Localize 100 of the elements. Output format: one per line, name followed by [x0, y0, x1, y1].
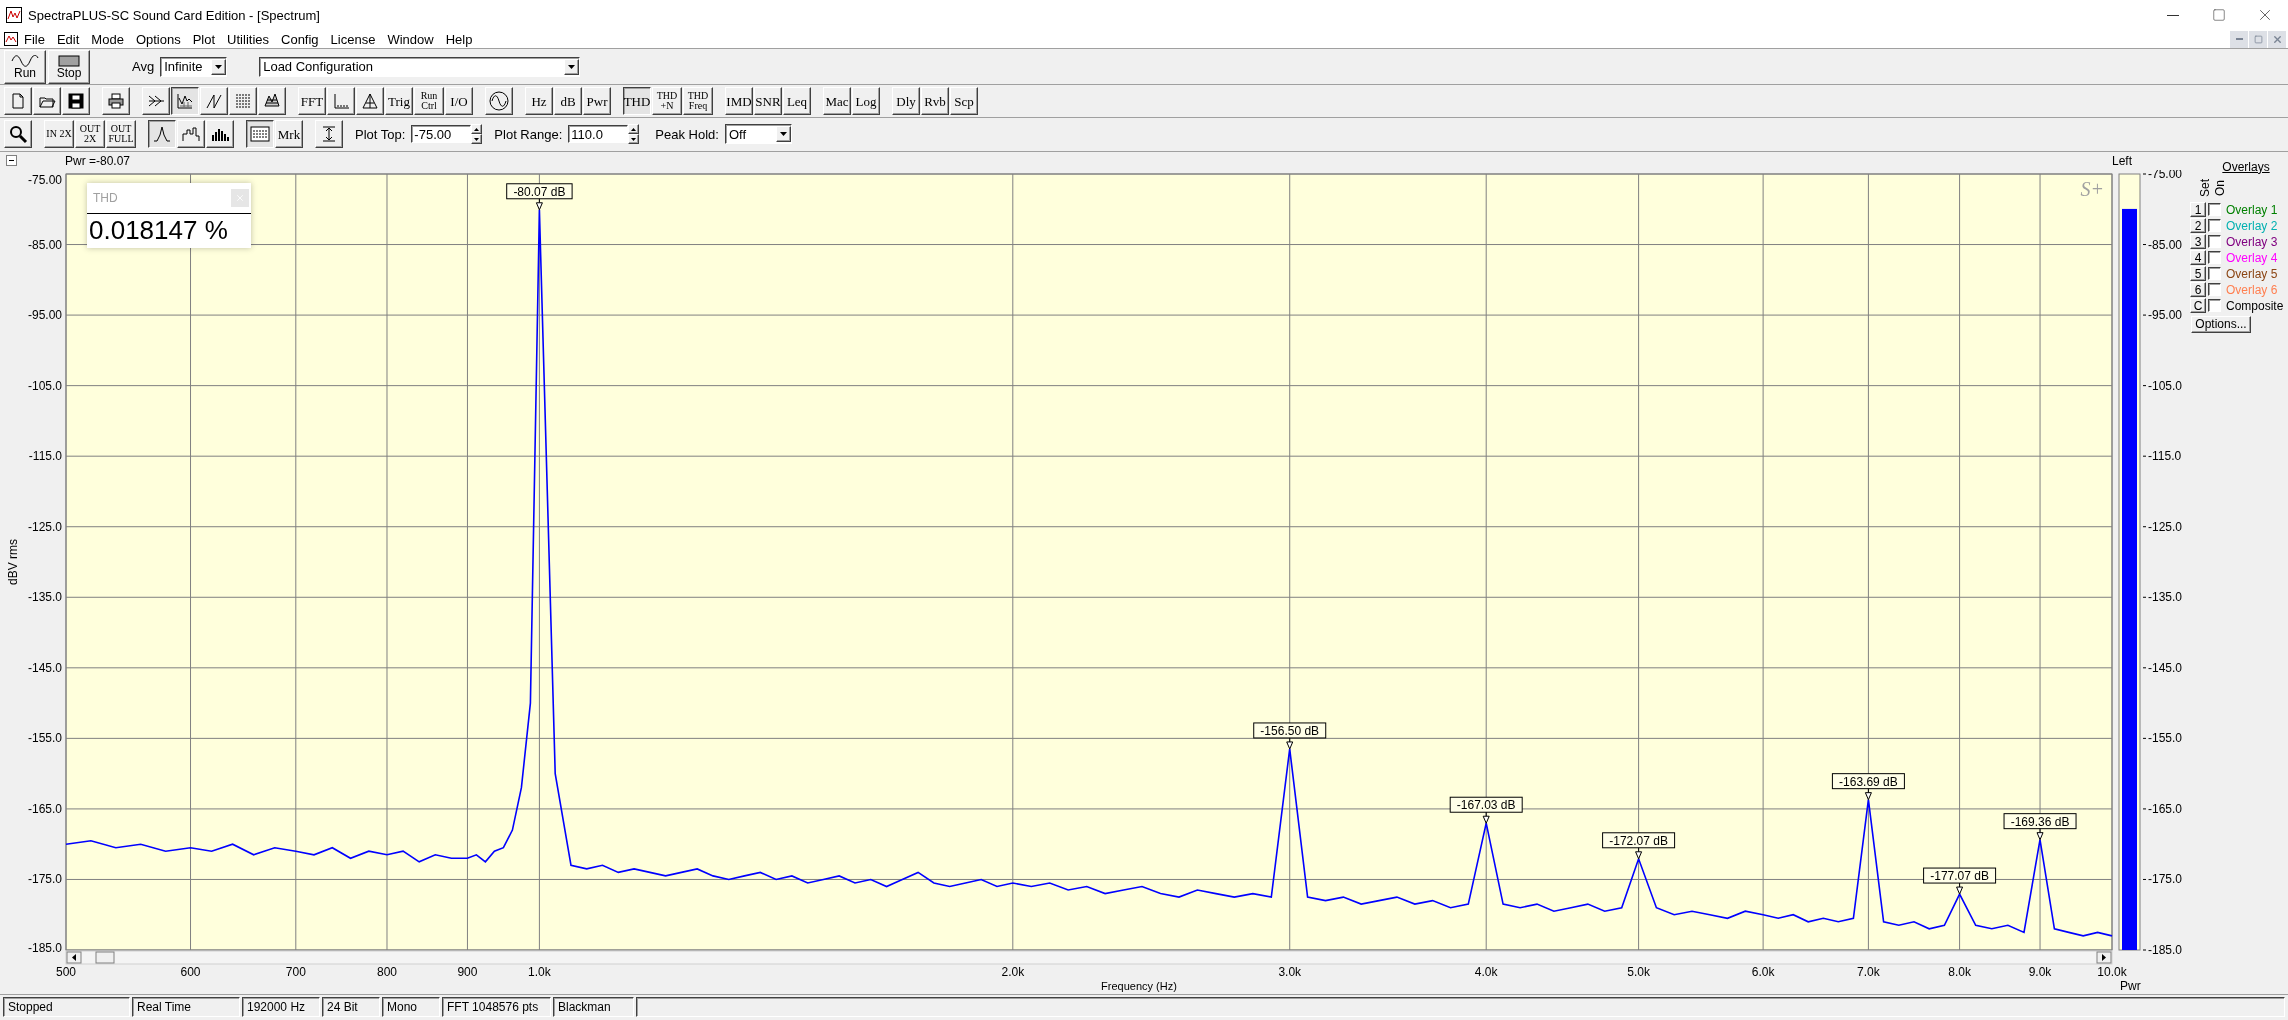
printer-icon [107, 92, 125, 111]
menu-item[interactable]: Utilities [221, 30, 275, 48]
menu-item[interactable]: Edit [50, 30, 86, 48]
toolbar-button[interactable]: Run Ctrl [414, 87, 444, 116]
x-tick-label: 10.0k [2097, 964, 2127, 979]
x-tick-label: 3.0k [1278, 964, 1302, 979]
zoom-button[interactable]: IN 2X [44, 120, 74, 149]
close-icon [2271, 33, 2283, 45]
spin-down-button[interactable] [471, 134, 483, 145]
toolbar-button[interactable]: FFT [298, 87, 326, 116]
toolbar-button[interactable]: Dly [892, 87, 920, 116]
toolbar-button[interactable]: IMD [725, 87, 753, 116]
spin-up-button[interactable] [471, 124, 483, 135]
zoom-button[interactable]: OUT FULL [106, 120, 136, 149]
menu-item[interactable]: Mode [85, 30, 130, 48]
spin-field[interactable]: -75.00 [411, 125, 472, 144]
overlay-checkbox[interactable] [2208, 299, 2221, 313]
peak-hold-label: Peak Hold: [655, 127, 719, 142]
avg-select[interactable]: Infinite [160, 56, 228, 77]
overlay-checkbox[interactable] [2208, 283, 2221, 297]
zoom-button[interactable]: OUT 2X [75, 120, 105, 149]
x-tick-label: 7.0k [1857, 964, 1880, 979]
y-axis-title: dBV rms [6, 538, 20, 585]
down-arrow-icon [474, 138, 480, 141]
set-button[interactable]: 4 [2190, 250, 2206, 266]
toolbar-button[interactable]: I/O [445, 87, 473, 116]
collapse-icon[interactable] [6, 155, 17, 167]
overlay-checkbox[interactable] [2208, 203, 2221, 217]
triangle-icon [361, 92, 379, 111]
peak-hold-select[interactable]: Off [724, 124, 792, 145]
window-title: SpectraPLUS-SC Sound Card Edition - [Spectrum] [28, 7, 320, 23]
overlay-label: Composite [2226, 298, 2284, 313]
toolbar-button[interactable]: Rvb [921, 87, 949, 116]
peak-label: -80.07 dB [506, 182, 573, 210]
overlay-label: Overlay 3 [2226, 234, 2278, 249]
menu-item[interactable]: License [324, 30, 382, 48]
close-button[interactable] [2268, 30, 2286, 48]
spin-up-button[interactable] [628, 124, 640, 135]
toolbar-button[interactable]: THD +N [652, 87, 682, 116]
thd-title: THD [93, 190, 118, 205]
file-icon [9, 92, 27, 111]
toolbar-button[interactable]: Log [852, 87, 880, 116]
x-tick-label: 5.0k [1627, 964, 1650, 979]
caret-icon [779, 132, 787, 137]
spin-field[interactable]: 110.0 [568, 125, 629, 144]
overlay-checkbox[interactable] [2208, 251, 2221, 265]
toolbar-button[interactable] [171, 87, 199, 116]
meter-tick-label: -175.0 [2148, 872, 2183, 887]
toolbar-button[interactable]: Mrk [275, 120, 303, 149]
set-button[interactable]: 1 [2190, 202, 2206, 218]
overlay-checkbox[interactable] [2208, 219, 2221, 233]
stop-button[interactable]: Stop [48, 49, 90, 84]
set-button[interactable]: 6 [2190, 282, 2206, 298]
run-button[interactable]: Run [4, 49, 46, 84]
app-icon [6, 7, 22, 23]
toolbar-button[interactable]: Pwr [583, 87, 611, 116]
toolbar-button[interactable]: Scp [950, 87, 978, 116]
toolbar-button[interactable] [148, 120, 176, 149]
toolbar-button[interactable] [246, 120, 274, 149]
menu-item[interactable]: Config [275, 30, 325, 48]
spin-down-button[interactable] [628, 134, 640, 145]
peak-label: -169.36 dB [2003, 812, 2077, 840]
overlay-checkbox[interactable] [2208, 235, 2221, 249]
y-tick-label: -175.0 [27, 872, 62, 887]
menu-item[interactable]: Options [129, 30, 187, 48]
annotation: -169.36 dB [2010, 814, 2070, 829]
toolbar-button[interactable]: THD [623, 87, 651, 116]
meter-tick-label: -115.0 [2148, 448, 2182, 463]
set-button[interactable]: 2 [2190, 218, 2206, 234]
configuration-select[interactable]: Load Configuration [259, 56, 581, 77]
minimize-button[interactable] [2230, 30, 2248, 48]
peak-label: -163.69 dB [1831, 772, 1905, 800]
x-tick-label: 2.0k [1001, 964, 1025, 979]
menu-item[interactable]: Window [381, 30, 440, 48]
toolbar-button[interactable]: SNR [754, 87, 782, 116]
meter-tick-label: -165.0 [2148, 801, 2183, 816]
toolbar-button[interactable]: THD Freq [683, 87, 713, 116]
minimize-icon [2167, 14, 2179, 16]
toolbar-button[interactable]: Trig [385, 87, 413, 116]
toolbar-button[interactable]: Leq [783, 87, 811, 116]
menu-item[interactable]: Plot [186, 30, 222, 48]
x-tick-label: 8.0k [1948, 964, 1971, 979]
set-heading: Set [2198, 177, 2211, 199]
channel-label: Left [2112, 153, 2132, 168]
toolbar-button[interactable]: Hz [525, 87, 553, 116]
options-button[interactable]: Options... [2191, 315, 2251, 333]
y-tick-label: -105.0 [27, 378, 62, 393]
x-tick-label: 700 [285, 964, 306, 979]
y-tick-label: -95.00 [27, 307, 62, 322]
set-button[interactable]: 5 [2190, 266, 2206, 282]
menu-item[interactable]: Help [439, 30, 479, 48]
y-tick-label: -125.0 [27, 519, 62, 534]
overlay-checkbox[interactable] [2208, 267, 2221, 281]
meter-tick-label: -85.00 [2148, 237, 2183, 252]
menu-item[interactable]: File [18, 30, 51, 48]
toolbar-button[interactable]: Mac [823, 87, 851, 116]
toolbar-button[interactable]: dB [554, 87, 582, 116]
set-button[interactable]: C [2190, 298, 2206, 314]
set-button[interactable]: 3 [2190, 234, 2206, 250]
horizontal-scrollbar[interactable] [65, 950, 2113, 965]
